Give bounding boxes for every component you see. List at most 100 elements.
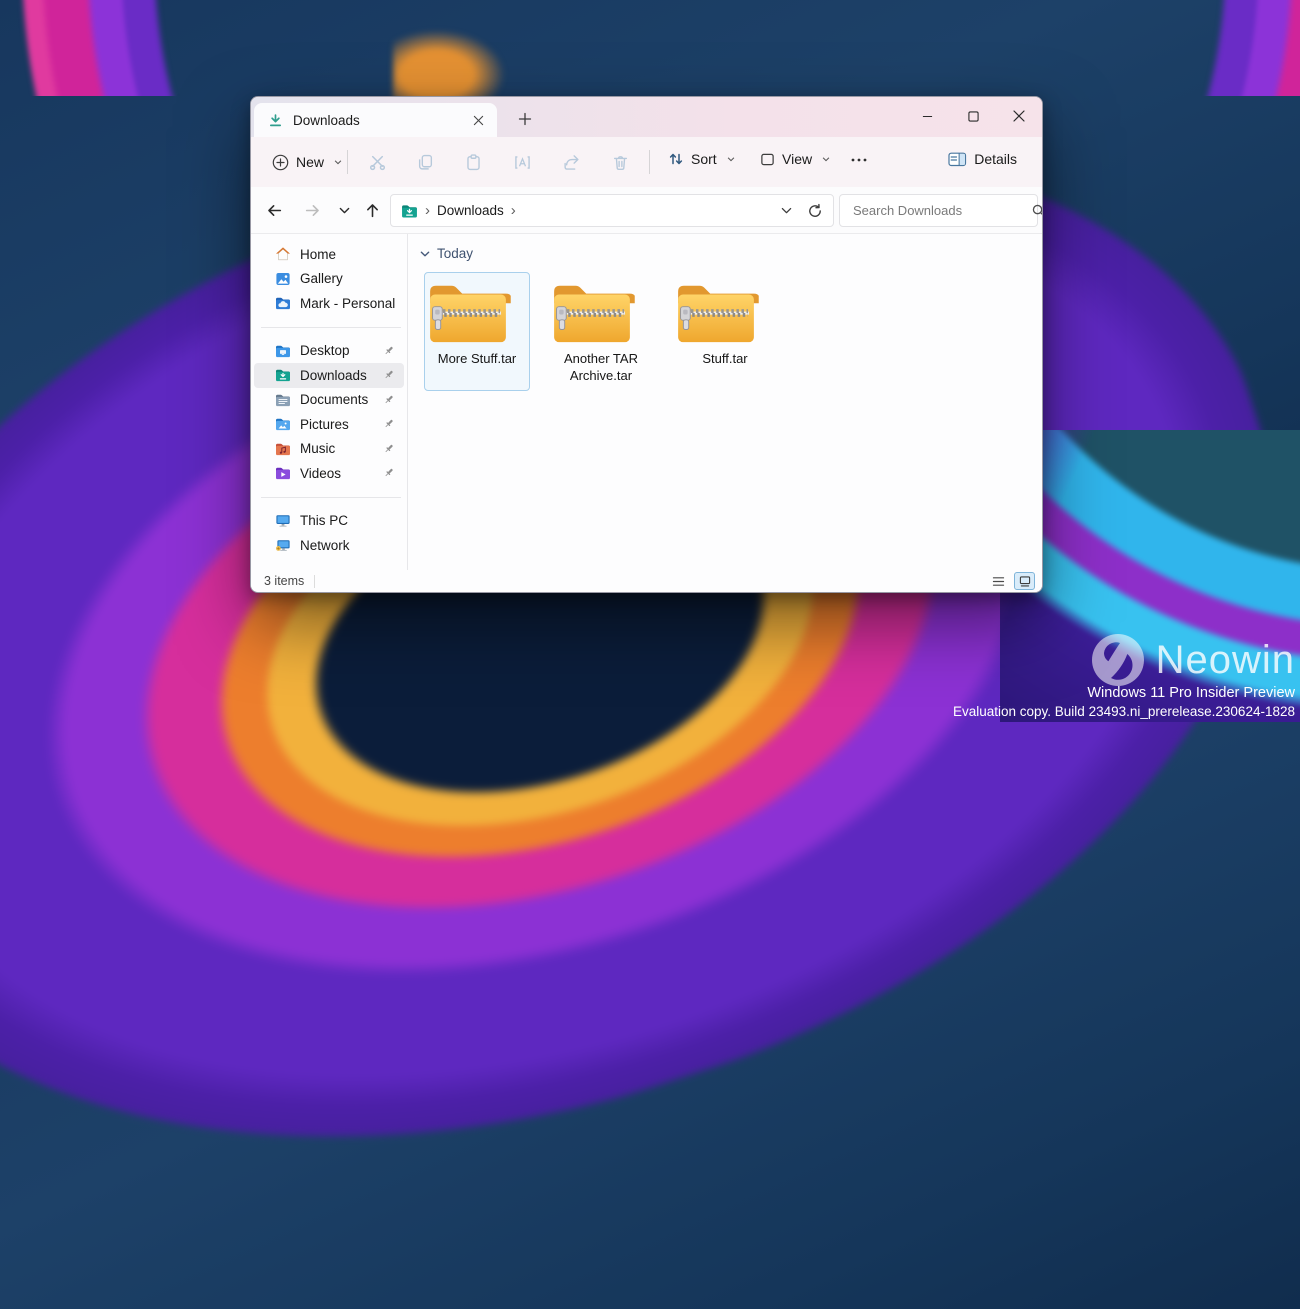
search-input[interactable] bbox=[851, 202, 1031, 219]
chevron-down-icon bbox=[726, 154, 736, 164]
list-view-toggle[interactable] bbox=[988, 572, 1009, 590]
network-icon bbox=[275, 538, 291, 553]
sidebar-item-network[interactable]: Network bbox=[254, 533, 404, 558]
pin-icon bbox=[383, 368, 395, 381]
sidebar-item-home[interactable]: Home bbox=[254, 242, 404, 267]
cut-button[interactable] bbox=[357, 144, 397, 180]
refresh-icon[interactable] bbox=[807, 203, 823, 219]
sidebar-item-pictures[interactable]: Pictures bbox=[254, 412, 404, 437]
paste-button[interactable] bbox=[453, 144, 493, 180]
onedrive-folder-icon bbox=[275, 296, 291, 310]
search-icon[interactable] bbox=[1031, 203, 1043, 218]
music-folder-icon bbox=[275, 442, 291, 456]
sidebar-item-music[interactable]: Music bbox=[254, 437, 404, 462]
sidebar-item-desktop[interactable]: Desktop bbox=[254, 339, 404, 364]
ellipsis-icon bbox=[850, 151, 868, 167]
download-tray-icon bbox=[268, 113, 283, 128]
up-button[interactable] bbox=[357, 195, 387, 226]
paste-icon bbox=[465, 154, 482, 171]
new-button-label: New bbox=[296, 154, 324, 170]
chevron-down-icon bbox=[333, 157, 343, 167]
new-tab-button[interactable] bbox=[509, 103, 541, 135]
build-text: Evaluation copy. Build 23493.ni_prerelea… bbox=[953, 704, 1295, 719]
minimize-button[interactable] bbox=[904, 97, 950, 135]
sidebar-item-documents[interactable]: Documents bbox=[254, 388, 404, 413]
chevron-down-icon[interactable] bbox=[419, 248, 431, 260]
title-bar[interactable]: Downloads bbox=[251, 97, 1042, 137]
zipped-folder-icon bbox=[425, 279, 529, 347]
rename-button[interactable] bbox=[502, 144, 542, 180]
rename-icon bbox=[514, 154, 531, 171]
breadcrumb-chevron: › bbox=[425, 203, 430, 218]
sort-arrows-icon bbox=[668, 151, 684, 167]
address-dropdown-icon[interactable] bbox=[780, 204, 793, 217]
new-button[interactable]: New bbox=[263, 147, 352, 178]
forward-button[interactable] bbox=[297, 195, 327, 226]
command-bar: New bbox=[251, 137, 1042, 187]
item-count: 3 items bbox=[264, 574, 304, 588]
gallery-icon bbox=[275, 271, 291, 287]
copy-button[interactable] bbox=[405, 144, 445, 180]
details-pane-button[interactable]: Details bbox=[939, 144, 1026, 174]
recent-locations-button[interactable] bbox=[329, 195, 359, 226]
pin-icon bbox=[383, 417, 395, 430]
view-button-label: View bbox=[782, 151, 812, 167]
sidebar-divider bbox=[261, 497, 401, 498]
neowin-logo-icon bbox=[1089, 631, 1147, 689]
details-pane-icon bbox=[948, 152, 967, 167]
more-options-button[interactable] bbox=[841, 144, 877, 174]
window-controls bbox=[904, 97, 1042, 137]
chevron-down-icon bbox=[821, 154, 831, 164]
pictures-folder-icon bbox=[275, 417, 291, 431]
view-layout-icon bbox=[760, 152, 775, 167]
sort-button[interactable]: Sort bbox=[659, 144, 745, 174]
share-button[interactable] bbox=[551, 144, 591, 180]
sidebar-item-videos[interactable]: Videos bbox=[254, 461, 404, 486]
breadcrumb-chevron: › bbox=[511, 203, 516, 218]
file-name: More Stuff.tar bbox=[429, 351, 525, 368]
file-name: Stuff.tar bbox=[677, 351, 773, 368]
status-divider bbox=[314, 575, 315, 588]
zipped-folder-icon bbox=[673, 279, 777, 347]
home-icon bbox=[275, 246, 291, 262]
file-tile-stuff[interactable]: Stuff.tar bbox=[672, 272, 778, 391]
breadcrumb-downloads[interactable]: Downloads bbox=[437, 203, 504, 218]
group-label: Today bbox=[437, 246, 473, 261]
group-header-today[interactable]: Today bbox=[419, 246, 473, 261]
maximize-button[interactable] bbox=[950, 97, 996, 135]
file-list-area[interactable]: Today More Stuff.tar Another TAR Archive… bbox=[408, 234, 1042, 570]
close-button[interactable] bbox=[996, 97, 1042, 135]
tab-title: Downloads bbox=[293, 113, 467, 128]
share-icon bbox=[563, 154, 580, 171]
file-tile-another-tar-archive[interactable]: Another TAR Archive.tar bbox=[548, 272, 654, 391]
delete-button[interactable] bbox=[600, 144, 640, 180]
sidebar-item-this-pc[interactable]: This PC bbox=[254, 509, 404, 534]
desktop-watermark: Neowin Windows 11 Pro Insider Preview Ev… bbox=[953, 631, 1295, 719]
sidebar-item-onedrive-personal[interactable]: Mark - Personal bbox=[254, 291, 404, 316]
sidebar-item-downloads[interactable]: Downloads bbox=[254, 363, 404, 388]
file-tiles: More Stuff.tar Another TAR Archive.tar S… bbox=[424, 272, 778, 391]
this-pc-icon bbox=[275, 513, 291, 528]
view-button[interactable]: View bbox=[751, 144, 840, 174]
neowin-brand-text: Neowin bbox=[1156, 640, 1295, 680]
pin-icon bbox=[383, 442, 395, 455]
tab-close-icon[interactable] bbox=[467, 109, 489, 131]
address-bar[interactable]: › Downloads › bbox=[390, 194, 834, 227]
large-icons-view-toggle[interactable] bbox=[1014, 572, 1035, 590]
circle-plus-icon bbox=[272, 154, 289, 171]
search-box[interactable] bbox=[839, 194, 1038, 227]
zipped-folder-icon bbox=[549, 279, 653, 347]
desktop-folder-icon bbox=[275, 344, 291, 358]
trash-icon bbox=[612, 154, 629, 171]
back-button[interactable] bbox=[259, 195, 289, 226]
sidebar-divider bbox=[261, 327, 401, 328]
toolbar-separator bbox=[347, 150, 348, 174]
sidebar-item-gallery[interactable]: Mark - Personal Gallery bbox=[254, 267, 404, 292]
tab-downloads[interactable]: Downloads bbox=[254, 103, 497, 137]
documents-folder-icon bbox=[275, 393, 291, 407]
downloads-folder-icon bbox=[275, 368, 291, 382]
os-edition-text: Windows 11 Pro Insider Preview bbox=[953, 685, 1295, 701]
file-tile-more-stuff[interactable]: More Stuff.tar bbox=[424, 272, 530, 391]
videos-folder-icon bbox=[275, 466, 291, 480]
sort-button-label: Sort bbox=[691, 151, 717, 167]
